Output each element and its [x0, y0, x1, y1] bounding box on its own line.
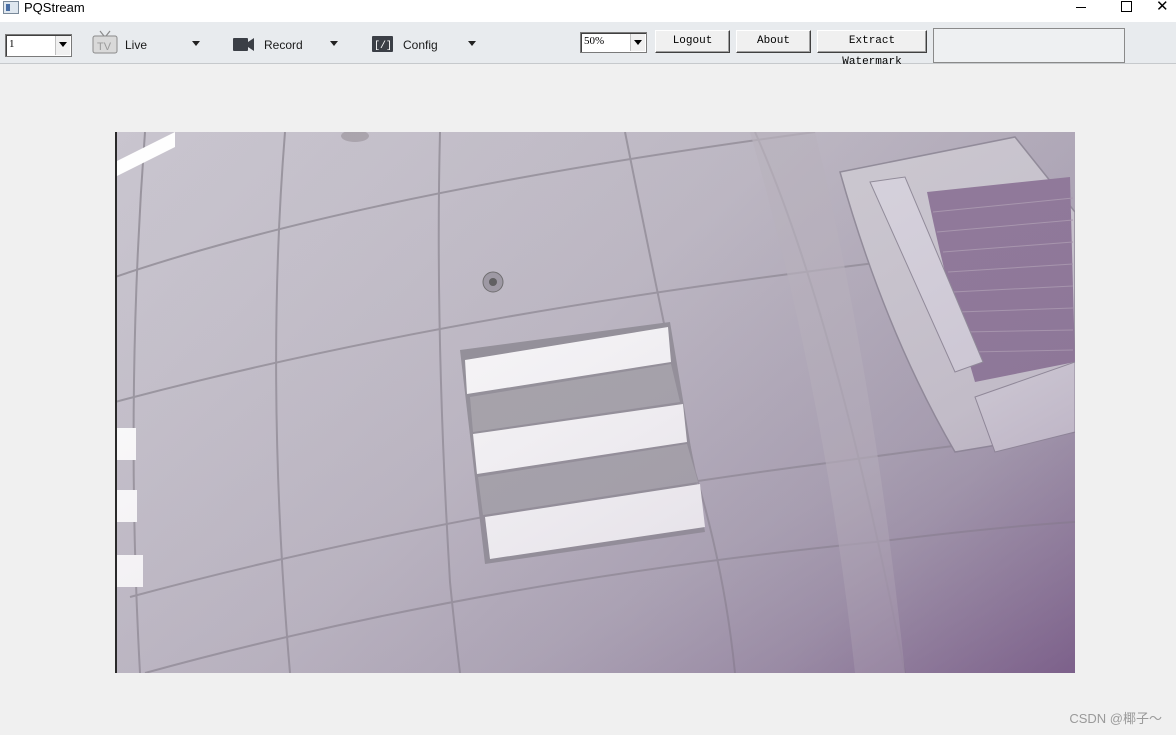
- extract-watermark-button[interactable]: Extract Watermark: [817, 30, 927, 68]
- maximize-icon: [1121, 1, 1132, 12]
- channel-value: 1: [9, 38, 15, 50]
- config-dropdown-icon: [468, 41, 476, 46]
- live-label: Live: [125, 38, 148, 52]
- window-title: PQStream: [24, 0, 85, 15]
- svg-text:[/]: [/]: [374, 40, 392, 52]
- close-button[interactable]: ✕: [1150, 0, 1176, 16]
- app-icon: [3, 1, 19, 14]
- close-icon: ✕: [1156, 0, 1169, 15]
- video-camera-icon: [233, 38, 254, 51]
- minimize-button[interactable]: [1064, 0, 1098, 16]
- zoom-value: 50%: [584, 35, 605, 47]
- channel-select[interactable]: 1: [5, 34, 72, 57]
- toolbar: 1 TV Live Record [/] Config 50% Logout A…: [0, 22, 1176, 68]
- video-view[interactable]: [115, 132, 1075, 673]
- camera-frame: [115, 132, 1075, 673]
- config-menu-button[interactable]: [/] Config: [371, 28, 491, 58]
- minimize-icon: [1076, 7, 1086, 8]
- logout-button[interactable]: Logout: [655, 30, 730, 53]
- record-menu-button[interactable]: Record: [232, 28, 352, 58]
- config-label: Config: [403, 38, 438, 52]
- watermark-output-field: [933, 28, 1125, 63]
- title-bar: PQStream ✕: [0, 0, 1176, 22]
- live-dropdown-icon: [192, 41, 200, 46]
- chevron-down-icon: [630, 34, 645, 51]
- live-menu-button[interactable]: TV Live: [92, 28, 212, 58]
- config-brackets-icon: [/]: [372, 36, 393, 52]
- tv-icon: TV: [92, 30, 118, 54]
- csdn-watermark: CSDN @椰子～: [1069, 711, 1162, 726]
- svg-text:TV: TV: [97, 41, 112, 53]
- record-dropdown-icon: [330, 41, 338, 46]
- zoom-select[interactable]: 50%: [580, 32, 647, 53]
- record-label: Record: [264, 38, 303, 52]
- chevron-down-icon: [55, 36, 70, 55]
- about-button[interactable]: About: [736, 30, 811, 53]
- maximize-button[interactable]: [1109, 0, 1143, 16]
